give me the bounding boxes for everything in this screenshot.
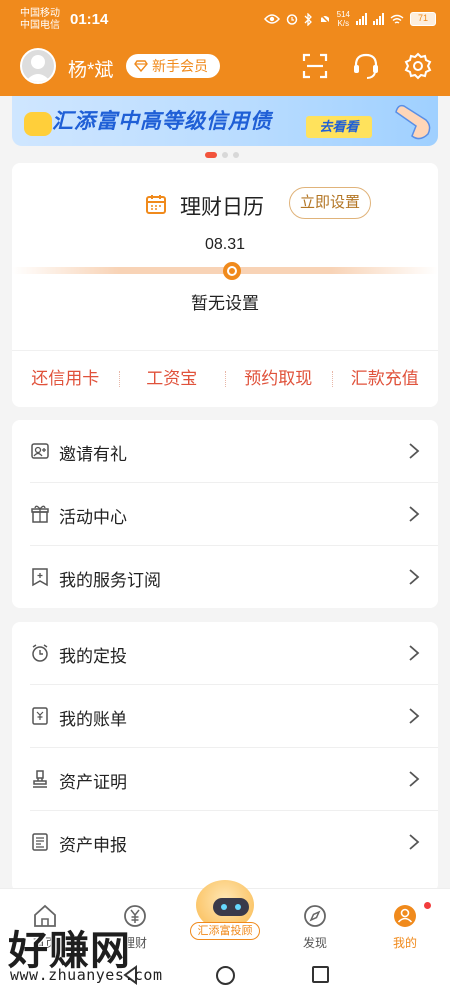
- diamond-icon: [134, 60, 148, 72]
- carrier-2: 中国电信: [20, 20, 60, 31]
- chevron-right-icon: [409, 506, 420, 522]
- menu-item-service-subscription[interactable]: 我的服务订阅: [12, 546, 438, 609]
- chevron-right-icon: [409, 443, 420, 459]
- menu-label: 我的定投: [59, 647, 127, 666]
- bluetooth-icon: [304, 12, 312, 26]
- calendar-date: 08.31: [204, 236, 246, 253]
- customer-service-icon[interactable]: [351, 51, 381, 81]
- member-badge[interactable]: 新手会员: [126, 54, 220, 78]
- wifi-icon: [390, 14, 404, 24]
- tab-robo-advisor[interactable]: 汇添富投顾: [190, 880, 260, 942]
- set-now-button[interactable]: 立即设置: [289, 187, 371, 219]
- chevron-right-icon: [409, 708, 420, 724]
- banner-cta-button[interactable]: 去看看: [306, 116, 372, 138]
- back-icon[interactable]: [120, 964, 142, 986]
- user-icon: [394, 905, 416, 927]
- home-button[interactable]: [216, 966, 235, 985]
- quick-link-salary[interactable]: 工资宝: [118, 351, 226, 407]
- calendar-header: 理财日历 立即设置: [12, 187, 438, 223]
- menu-label: 我的服务订阅: [59, 571, 161, 590]
- net-speed: 514 K/s: [336, 10, 350, 28]
- menu-group-1: 邀请有礼 活动中心 我的服务订阅: [12, 420, 438, 608]
- eye-icon: [263, 14, 280, 24]
- signal-icon-2: [373, 13, 384, 25]
- menu-label: 我的账单: [59, 710, 127, 729]
- tab-label: 汇添富投顾: [190, 922, 260, 940]
- tab-label: 理财: [122, 936, 147, 950]
- menu-label: 邀请有礼: [59, 445, 127, 464]
- tab-label: 首页: [32, 936, 57, 950]
- tab-discover[interactable]: 发现: [270, 889, 360, 959]
- menu-item-bill[interactable]: 我的账单: [12, 685, 438, 748]
- menu-item-activity-center[interactable]: 活动中心: [12, 483, 438, 546]
- alarm-icon: [286, 14, 297, 25]
- menu-item-asset-certificate[interactable]: 资产证明: [12, 748, 438, 811]
- declaration-icon: [32, 833, 48, 851]
- menu-label: 活动中心: [59, 508, 127, 527]
- status-bar: 中国移动 中国电信 01:14 514 K/s 71: [0, 0, 450, 40]
- alarm-clock-icon: [32, 644, 48, 662]
- tab-label: 发现: [302, 936, 327, 950]
- chevron-right-icon: [409, 771, 420, 787]
- avatar[interactable]: [20, 48, 56, 84]
- status-icons: 514 K/s 71: [263, 10, 436, 28]
- pager-dot-active: [205, 152, 217, 158]
- clock: 01:14: [70, 11, 109, 28]
- system-nav-bar: [0, 958, 450, 1000]
- tab-home[interactable]: 首页: [0, 889, 90, 959]
- calendar-empty-text: 暂无设置: [191, 294, 259, 313]
- invite-icon: [31, 443, 49, 459]
- notification-dot: [424, 902, 431, 909]
- timeline-marker: [223, 262, 241, 280]
- mascot-icon: [24, 112, 52, 136]
- banner-text: 汇添富中高等级信用债: [52, 110, 272, 133]
- battery-icon: 71: [410, 12, 436, 26]
- settings-icon[interactable]: [403, 51, 433, 81]
- quick-link-credit-card[interactable]: 还信用卡: [12, 351, 119, 407]
- menu-group-2: 我的定投 我的账单 资产证明 资产申报: [12, 622, 438, 892]
- menu-item-invite[interactable]: 邀请有礼: [12, 420, 438, 483]
- finance-calendar-card: 理财日历 立即设置 08.31 暂无设置 还信用卡 工资宝 预约取现 汇款充值: [12, 163, 438, 407]
- signal-icon: [356, 13, 367, 25]
- pager-dot: [233, 152, 239, 158]
- member-badge-label: 新手会员: [152, 58, 208, 74]
- user-name[interactable]: 杨*斌: [68, 55, 113, 82]
- stamp-icon: [33, 770, 47, 788]
- quick-links: 还信用卡 工资宝 预约取现 汇款充值: [12, 351, 438, 407]
- chevron-right-icon: [409, 569, 420, 585]
- compass-icon: [304, 905, 326, 927]
- calendar-title: 理财日历: [180, 196, 264, 219]
- quick-link-remit[interactable]: 汇款充值: [331, 351, 439, 407]
- menu-label: 资产申报: [59, 836, 127, 855]
- menu-label: 资产证明: [59, 773, 127, 792]
- calendar-icon: [146, 195, 166, 214]
- tab-mine[interactable]: 我的: [360, 889, 450, 959]
- chevron-right-icon: [409, 645, 420, 661]
- pager-dot: [222, 152, 228, 158]
- default-avatar-icon: [25, 55, 51, 82]
- bill-icon: [32, 707, 48, 725]
- home-icon: [34, 904, 56, 927]
- pointing-hand-icon: [395, 104, 431, 140]
- mute-icon: [319, 13, 331, 25]
- tab-wealth[interactable]: 理财: [90, 889, 180, 959]
- recents-button[interactable]: [312, 966, 329, 983]
- header: 中国移动 中国电信 01:14 514 K/s 71 杨*斌 新手会员: [0, 0, 450, 96]
- subscription-icon: [32, 568, 48, 587]
- profile-bar: 杨*斌 新手会员: [0, 44, 450, 88]
- quick-link-withdraw[interactable]: 预约取现: [225, 351, 332, 407]
- chevron-right-icon: [409, 834, 420, 850]
- scan-icon[interactable]: [300, 51, 330, 81]
- menu-item-asset-declaration[interactable]: 资产申报: [12, 811, 438, 874]
- carrier-1: 中国移动: [20, 8, 60, 19]
- banner-pager: [205, 152, 239, 158]
- tab-label: 我的: [392, 936, 417, 950]
- gift-icon: [31, 505, 49, 523]
- carrier-info: 中国移动 中国电信: [20, 8, 60, 32]
- promo-banner[interactable]: 汇添富中高等级信用债 去看看: [12, 96, 438, 146]
- robot-face: [213, 898, 249, 916]
- yen-coin-icon: [124, 905, 146, 927]
- menu-item-fixed-investment[interactable]: 我的定投: [12, 622, 438, 685]
